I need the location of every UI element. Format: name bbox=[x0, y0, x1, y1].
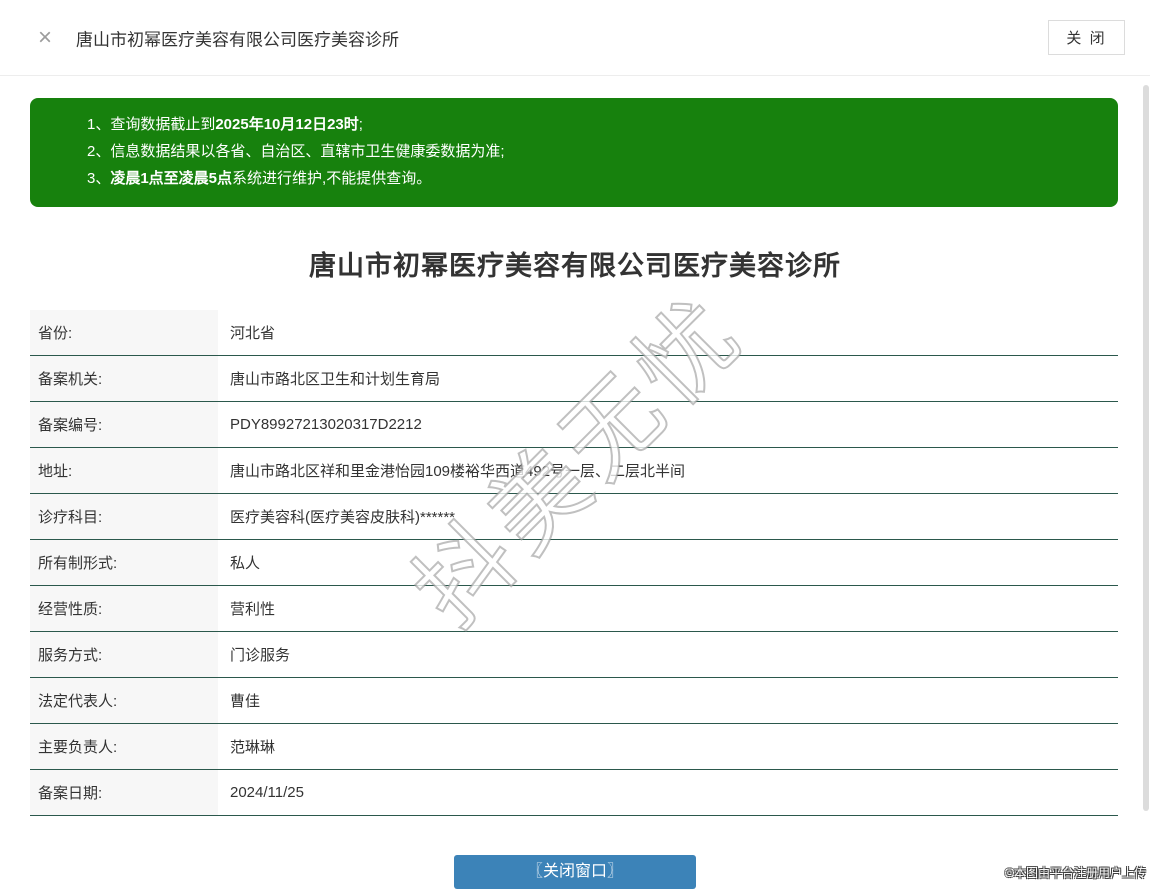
row-value: 私人 bbox=[218, 540, 1118, 585]
row-label: 所有制形式: bbox=[30, 540, 218, 585]
header-bar: × 唐山市初幂医疗美容有限公司医疗美容诊所 关 闭 bbox=[0, 0, 1150, 76]
row-value: 河北省 bbox=[218, 310, 1118, 355]
notice-line-1: 1、查询数据截止到2025年10月12日23时; bbox=[87, 111, 1098, 138]
row-label: 经营性质: bbox=[30, 586, 218, 631]
notice-line-2-text: 2、信息数据结果以各省、自治区、直辖市卫生健康委数据为准; bbox=[87, 143, 505, 160]
table-row: 诊疗科目: 医疗美容科(医疗美容皮肤科)****** bbox=[30, 494, 1118, 540]
close-x-icon[interactable]: × bbox=[38, 25, 52, 50]
row-value: 医疗美容科(医疗美容皮肤科)****** bbox=[218, 494, 1118, 539]
notice-line-2: 2、信息数据结果以各省、自治区、直辖市卫生健康委数据为准; bbox=[87, 138, 1098, 165]
notice-line-1-text: 1、查询数据截止到 bbox=[87, 116, 216, 133]
table-row: 备案编号: PDY89927213020317D2212 bbox=[30, 402, 1118, 448]
table-row: 备案机关: 唐山市路北区卫生和计划生育局 bbox=[30, 356, 1118, 402]
notice-box: 1、查询数据截止到2025年10月12日23时; 2、信息数据结果以各省、自治区… bbox=[30, 98, 1118, 207]
row-label: 法定代表人: bbox=[30, 678, 218, 723]
row-label: 备案机关: bbox=[30, 356, 218, 401]
notice-line-3-tail: 系统进行维护,不能提供查询。 bbox=[232, 170, 432, 187]
row-value: 唐山市路北区祥和里金港怡园109楼裕华西道492号一层、二层北半间 bbox=[218, 448, 1118, 493]
table-row: 地址: 唐山市路北区祥和里金港怡园109楼裕华西道492号一层、二层北半间 bbox=[30, 448, 1118, 494]
row-value: 曹佳 bbox=[218, 678, 1118, 723]
window-title: 唐山市初幂医疗美容有限公司医疗美容诊所 bbox=[76, 30, 399, 49]
row-value: 唐山市路北区卫生和计划生育局 bbox=[218, 356, 1118, 401]
row-value: 范琳琳 bbox=[218, 724, 1118, 769]
row-label: 服务方式: bbox=[30, 632, 218, 677]
row-label: 主要负责人: bbox=[30, 724, 218, 769]
row-value: PDY89927213020317D2212 bbox=[218, 402, 1118, 447]
table-row: 服务方式: 门诊服务 bbox=[30, 632, 1118, 678]
table-row: 经营性质: 营利性 bbox=[30, 586, 1118, 632]
bottom-area: 〖关闭窗口〗 bbox=[0, 855, 1150, 889]
scrollbar[interactable] bbox=[1143, 85, 1149, 811]
row-value: 营利性 bbox=[218, 586, 1118, 631]
table-row: 所有制形式: 私人 bbox=[30, 540, 1118, 586]
upload-credit-text: ©本图由平台注册用户上传 bbox=[1005, 866, 1146, 880]
close-window-button[interactable]: 〖关闭窗口〗 bbox=[454, 855, 696, 889]
row-value: 门诊服务 bbox=[218, 632, 1118, 677]
table-row: 主要负责人: 范琳琳 bbox=[30, 724, 1118, 770]
notice-line-3-text: 3、 bbox=[87, 170, 111, 187]
row-label: 诊疗科目: bbox=[30, 494, 218, 539]
page-title: 唐山市初幂医疗美容有限公司医疗美容诊所 bbox=[309, 251, 841, 281]
table-row: 备案日期: 2024/11/25 bbox=[30, 770, 1118, 816]
row-label: 地址: bbox=[30, 448, 218, 493]
notice-line-3: 3、凌晨1点至凌晨5点系统进行维护,不能提供查询。 bbox=[87, 165, 1098, 192]
record-table: 省份: 河北省 备案机关: 唐山市路北区卫生和计划生育局 备案编号: PDY89… bbox=[30, 310, 1118, 816]
notice-line-1-tail: ; bbox=[358, 116, 363, 133]
notice-line-3-bold: 凌晨1点至凌晨5点 bbox=[110, 170, 233, 187]
row-label: 备案日期: bbox=[30, 770, 218, 815]
row-label: 备案编号: bbox=[30, 402, 218, 447]
table-row: 省份: 河北省 bbox=[30, 310, 1118, 356]
table-row: 法定代表人: 曹佳 bbox=[30, 678, 1118, 724]
notice-line-1-bold: 2025年10月12日23时 bbox=[215, 116, 359, 133]
row-value: 2024/11/25 bbox=[218, 770, 1118, 815]
close-button[interactable]: 关 闭 bbox=[1048, 20, 1125, 55]
row-label: 省份: bbox=[30, 310, 218, 355]
